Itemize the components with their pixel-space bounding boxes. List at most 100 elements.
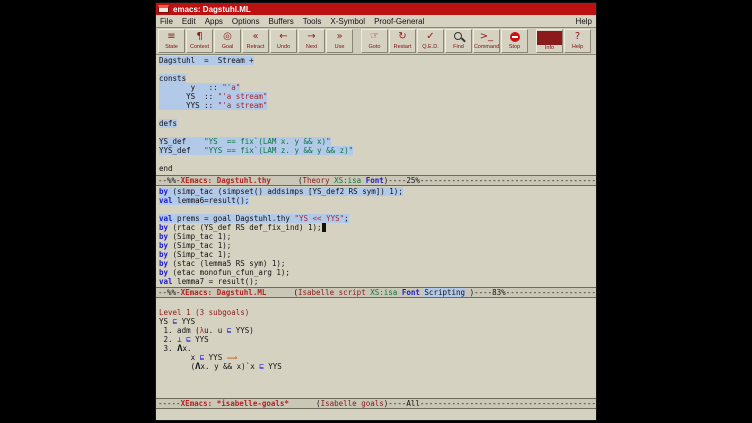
- toolbar-help-label: Help: [572, 44, 583, 51]
- proof-general-toolbar: ≡State¶Context◎Goal«Retract←Undo→Next»Us…: [156, 28, 596, 55]
- buffer-dagstuhl-ml[interactable]: by (simp_tac (simpset() addsimps [YS_def…: [156, 186, 596, 287]
- restart-icon: ↻: [390, 30, 415, 44]
- window-menu-icon[interactable]: [158, 5, 169, 13]
- state-icon: ≡: [159, 30, 184, 44]
- toolbar-goto-button[interactable]: ☞Goto: [361, 29, 388, 53]
- text-line: val lemma7 = result();: [159, 277, 596, 286]
- text-line: y :: "'a": [159, 83, 596, 92]
- toolbar-next-button[interactable]: →Next: [298, 29, 325, 53]
- context-icon: ¶: [187, 30, 212, 44]
- text-line: 2. ⊥ ⊑ YYS: [159, 335, 596, 344]
- text-line: YS_def "YS == fix`(LAM x. y && x)": [159, 137, 596, 146]
- toolbar-restart-button[interactable]: ↻Restart: [389, 29, 416, 53]
- text-line: [159, 299, 596, 308]
- toolbar-info-button[interactable]: iInfo: [536, 29, 563, 53]
- toolbar-help-button[interactable]: ?Help: [564, 29, 591, 53]
- toolbar-info-label: Info: [545, 45, 554, 52]
- text-line: YS ⊑ YYS: [159, 317, 596, 326]
- menu-items: File Edit Apps Options Buffers Tools X-Symbol P…: [160, 17, 424, 26]
- menu-file[interactable]: File: [160, 17, 173, 26]
- text-line: 3. Λx.: [159, 344, 596, 353]
- window-title: emacs: Dagstuhl.ML: [173, 5, 251, 14]
- use-icon: »: [327, 30, 352, 44]
- text-line: --%%-XEmacs: Dagstuhl.ML (Isabelle scrip…: [158, 288, 596, 297]
- toolbar-next-label: Next: [306, 44, 317, 51]
- buffer-dagstuhl-thy[interactable]: Dagstuhl = Stream + consts y :: "'a" YS …: [156, 55, 596, 175]
- help-icon: ?: [565, 30, 590, 44]
- toolbar-command-button[interactable]: >_Command: [473, 29, 500, 53]
- text-line: by (etac monofun_cfun_arg 1);: [159, 268, 596, 277]
- text-line: by (simp_tac (simpset() addsimps [YS_def…: [159, 187, 596, 196]
- qed-icon: ✓: [418, 30, 443, 44]
- menu-help[interactable]: Help: [576, 17, 592, 26]
- toolbar-stop-label: Stop: [509, 44, 520, 51]
- toolbar-undo-button[interactable]: ←Undo: [270, 29, 297, 53]
- text-line: YS :: "'a stream": [159, 92, 596, 101]
- text-line: by (rtac (YS_def RS def_fix_ind) 1);: [159, 223, 596, 232]
- goto-icon: ☞: [362, 30, 387, 44]
- text-line: defs: [159, 119, 596, 128]
- toolbar-state-label: State: [165, 44, 178, 51]
- text-line: consts: [159, 74, 596, 83]
- toolbar-use-button[interactable]: »Use: [326, 29, 353, 53]
- modeline-dagstuhl-ml[interactable]: --%%-XEmacs: Dagstuhl.ML (Isabelle scrip…: [156, 287, 596, 298]
- text-line: 1. adm (λu. u ⊑ YYS): [159, 326, 596, 335]
- text-line: by (Simp_tac 1);: [159, 241, 596, 250]
- info-icon: i: [537, 31, 562, 45]
- buffer-isabelle-goals[interactable]: Level 1 (3 subgoals)YS ⊑ YYS 1. adm (λu.…: [156, 298, 596, 398]
- toolbar-qed-button[interactable]: ✓Q.E.D.: [417, 29, 444, 53]
- toolbar-retract-label: Retract: [247, 44, 265, 51]
- next-icon: →: [299, 30, 324, 44]
- text-line: by (Simp_tac 1);: [159, 250, 596, 259]
- text-line: [159, 110, 596, 119]
- text-line: -----XEmacs: *isabelle-goals* (Isabelle …: [158, 399, 596, 408]
- modeline-dagstuhl-thy[interactable]: --%%-XEmacs: Dagstuhl.thy (Theory XS:isa…: [156, 175, 596, 186]
- text-line: (Λx. y && x)`x ⊑ YYS: [159, 362, 596, 371]
- text-line: by (stac (lemma5 RS sym) 1);: [159, 259, 596, 268]
- text-line: Dagstuhl = Stream +: [159, 56, 596, 65]
- find-icon: [446, 30, 471, 44]
- toolbar-use-label: Use: [335, 44, 345, 51]
- modeline-isabelle-goals[interactable]: -----XEmacs: *isabelle-goals* (Isabelle …: [156, 398, 596, 409]
- text-line: YYS_def "YYS == fix`(LAM z. y && y && z)…: [159, 146, 596, 155]
- command-icon: >_: [474, 30, 499, 44]
- toolbar-goal-button[interactable]: ◎Goal: [214, 29, 241, 53]
- xemacs-window: emacs: Dagstuhl.ML File Edit Apps Options Bu…: [155, 2, 597, 421]
- text-line: val prems = goal Dagstuhl.thy "YS << YYS…: [159, 214, 596, 223]
- toolbar-find-button[interactable]: Find: [445, 29, 472, 53]
- menu-options[interactable]: Options: [232, 17, 260, 26]
- toolbar-context-button[interactable]: ¶Context: [186, 29, 213, 53]
- menu-proof-general[interactable]: Proof-General: [374, 17, 424, 26]
- minibuffer[interactable]: [156, 409, 596, 420]
- toolbar-qed-label: Q.E.D.: [422, 44, 439, 51]
- text-line: [159, 155, 596, 164]
- text-line: end: [159, 164, 596, 173]
- text-line: Level 1 (3 subgoals): [159, 308, 596, 317]
- toolbar-context-label: Context: [190, 44, 209, 51]
- titlebar[interactable]: emacs: Dagstuhl.ML: [156, 3, 596, 15]
- toolbar-goto-label: Goto: [369, 44, 381, 51]
- toolbar-stop-button[interactable]: Stop: [501, 29, 528, 53]
- undo-icon: ←: [271, 30, 296, 44]
- menu-edit[interactable]: Edit: [182, 17, 196, 26]
- menu-apps[interactable]: Apps: [205, 17, 223, 26]
- toolbar-undo-label: Undo: [277, 44, 290, 51]
- retract-icon: «: [243, 30, 268, 44]
- text-line: by (Simp_tac 1);: [159, 232, 596, 241]
- menubar: File Edit Apps Options Buffers Tools X-Symbol P…: [156, 15, 596, 28]
- text-line: --%%-XEmacs: Dagstuhl.thy (Theory XS:isa…: [158, 176, 596, 185]
- toolbar-command-label: Command: [474, 44, 499, 51]
- stop-icon: [502, 30, 527, 44]
- text-line: val lemma6=result();: [159, 196, 596, 205]
- menu-tools[interactable]: Tools: [303, 17, 322, 26]
- text-line: [159, 65, 596, 74]
- text-line: [159, 205, 596, 214]
- toolbar-retract-button[interactable]: «Retract: [242, 29, 269, 53]
- text-line: YYS :: "'a stream": [159, 101, 596, 110]
- menu-x-symbol[interactable]: X-Symbol: [330, 17, 365, 26]
- text-line: [159, 128, 596, 137]
- goal-icon: ◎: [215, 30, 240, 44]
- screen: emacs: Dagstuhl.ML File Edit Apps Options Bu…: [0, 0, 752, 423]
- menu-buffers[interactable]: Buffers: [269, 17, 294, 26]
- toolbar-state-button[interactable]: ≡State: [158, 29, 185, 53]
